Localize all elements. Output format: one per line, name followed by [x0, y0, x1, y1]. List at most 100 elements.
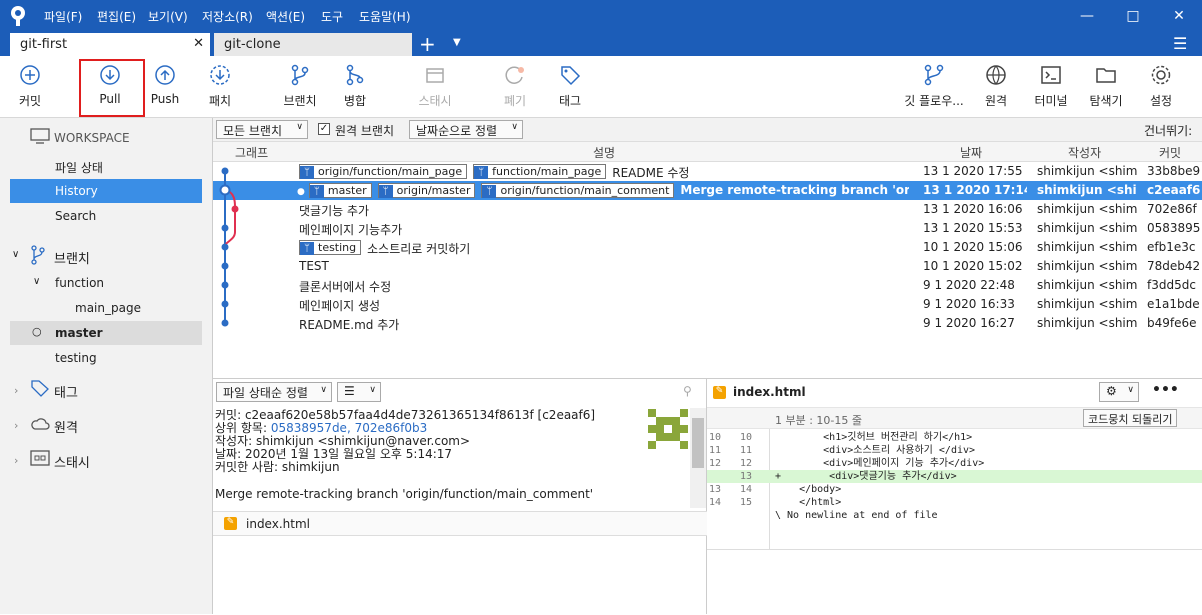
settings-label: 설정 — [1149, 94, 1173, 108]
menu-tools[interactable]: 도구 — [321, 8, 343, 25]
revert-hunk-button[interactable]: 코드뭉치 되돌리기 — [1083, 409, 1178, 427]
new-line-number: 12 — [740, 458, 753, 469]
sidebar-item-function[interactable]: function — [10, 271, 202, 295]
commit-description: ᛘ origin/function/main_page ᛘ function/main… — [299, 164, 911, 181]
hamburger-menu-icon[interactable]: ☰ — [1173, 34, 1187, 53]
commit-hash: 0583895 — [1147, 221, 1201, 235]
branch-tag-icon: ᛘ — [309, 185, 324, 198]
menu-repository[interactable]: 저장소(R) — [202, 8, 253, 25]
menu-help[interactable]: 도움말(H) — [359, 8, 411, 25]
stash-button[interactable]: 스태시 — [405, 64, 465, 109]
commit-row[interactable]: ᛘ origin/function/main_page ᛘ function/main… — [213, 162, 1202, 181]
sidebar-item-search[interactable]: Search — [10, 204, 202, 228]
column-graph[interactable]: 그래프 — [235, 144, 268, 161]
settings-button[interactable]: 설정 — [1131, 64, 1191, 109]
commit-row[interactable]: 클론서버에서 수정 9 1 2020 22:48 shimkijun <shimki… — [213, 276, 1202, 295]
fetch-button[interactable]: 패치 — [190, 64, 250, 109]
remote-button[interactable]: 원격 — [966, 64, 1026, 109]
maximize-button[interactable]: □ — [1110, 0, 1156, 32]
diff-line: \ No newline at end of file — [707, 509, 1202, 522]
menu-file[interactable]: 파일(F) — [44, 8, 82, 25]
commit-message: TEST — [299, 259, 329, 273]
parents-label: 상위 항목: — [215, 421, 268, 435]
diff-settings-dropdown[interactable]: ⚙ ∨ — [1099, 382, 1139, 402]
chevron-right-icon[interactable]: › — [14, 454, 18, 467]
sort-dropdown[interactable]: 날짜순으로 정렬 ∨ — [409, 120, 523, 139]
close-tab-icon[interactable]: ✕ — [193, 36, 204, 51]
remote-label: 원격 — [984, 94, 1008, 108]
more-options-icon[interactable]: ••• — [1152, 382, 1179, 398]
commit-hash: f3dd5dc — [1147, 278, 1196, 292]
branches-header[interactable]: 브랜치 — [54, 248, 90, 267]
terminal-button[interactable]: 터미널 — [1021, 64, 1081, 109]
stashes-header[interactable]: 스태시 — [54, 452, 90, 471]
branch-tag[interactable]: ᛘ function/main_page — [473, 164, 607, 179]
all-branches-dropdown[interactable]: 모든 브랜치 ∨ — [216, 120, 308, 139]
commit-row[interactable]: ᛘ testing 소스트리로 커밋하기 10 1 2020 15:06 shimkij… — [213, 238, 1202, 257]
menu-edit[interactable]: 편집(E) — [97, 8, 136, 25]
view-options-dropdown[interactable]: ☰ ∨ — [337, 382, 381, 402]
explorer-button[interactable]: 탐색기 — [1076, 64, 1136, 109]
remote-branches-checkbox[interactable]: ✓ — [318, 123, 330, 135]
column-description[interactable]: 설명 — [593, 144, 615, 161]
commit-author: shimkijun <shimki — [1037, 259, 1137, 273]
branch-button[interactable]: 브랜치 — [270, 64, 330, 109]
chevron-right-icon[interactable]: › — [14, 419, 18, 432]
chevron-down-icon[interactable]: ∨ — [12, 249, 19, 260]
commit-node — [221, 300, 229, 308]
branch-tag[interactable]: ᛘ origin/function/main_comment — [481, 183, 675, 198]
dropdown-label: 날짜순으로 정렬 — [416, 124, 498, 138]
commit-button[interactable]: 커밋 — [0, 64, 60, 109]
chevron-right-icon[interactable]: › — [14, 384, 18, 397]
branch-tag[interactable]: ᛘ origin/master — [377, 183, 476, 198]
commit-date: 13 1 2020 16:06 — [923, 202, 1023, 216]
tag-button[interactable]: 태그 — [540, 64, 600, 109]
toolbar: 커밋 Pull Push 패치 브랜치 병합 스태시 폐기 태그 깃 플로우..… — [0, 56, 1202, 118]
branch-tag[interactable]: ᛘ master — [308, 183, 372, 198]
commit-row[interactable]: README.md 추가 9 1 2020 16:27 shimkijun <shi… — [213, 314, 1202, 333]
commit-author: shimkijun <shimki — [1037, 202, 1137, 216]
git-flow-button[interactable]: 깃 플로우... — [900, 64, 968, 109]
file-sort-dropdown[interactable]: 파일 상태순 정렬 ∨ — [216, 382, 332, 402]
column-author[interactable]: 작성자 — [1068, 144, 1101, 161]
merge-button[interactable]: 병합 — [325, 64, 385, 109]
pull-button[interactable]: Pull — [80, 64, 140, 106]
chevron-down-icon: ∨ — [511, 122, 518, 132]
details-scrollbar[interactable] — [690, 408, 706, 508]
column-date[interactable]: 날짜 — [960, 144, 982, 161]
sidebar-item-testing[interactable]: testing — [10, 346, 202, 370]
commit-row[interactable]: 메인페이지 기능추가 13 1 2020 15:53 shimkijun <shim… — [213, 219, 1202, 238]
changed-file-row[interactable]: ✎ index.html — [213, 511, 707, 536]
commit-row[interactable]: ● ᛘ master ᛘ origin/master ᛘ origin/function/m… — [213, 181, 1202, 200]
sidebar-item-history[interactable]: History — [10, 179, 202, 203]
commit-row[interactable]: 댓글기능 추가 13 1 2020 16:06 shimkijun <shimki 7… — [213, 200, 1202, 219]
sidebar-item-main-page[interactable]: main_page — [10, 296, 202, 320]
tab-dropdown-icon[interactable]: ▼ — [453, 37, 461, 48]
search-icon[interactable]: ⚲ — [683, 384, 692, 398]
tag-label: 태그 — [558, 94, 582, 108]
menu-view[interactable]: 보기(V) — [148, 8, 188, 25]
remotes-header[interactable]: 원격 — [54, 417, 78, 436]
branch-tag[interactable]: ᛘ testing — [299, 240, 362, 255]
diff-line-text: </html> — [775, 497, 842, 508]
commit-message: README 수정 — [612, 166, 690, 180]
minimize-button[interactable]: — — [1064, 0, 1110, 32]
branch-tag[interactable]: ᛘ origin/function/main_page — [299, 164, 468, 179]
tab-git-first[interactable]: git-first ✕ — [10, 33, 210, 56]
commit-row[interactable]: 메인페이지 생성 9 1 2020 16:33 shimkijun <shimki e… — [213, 295, 1202, 314]
close-button[interactable]: ✕ — [1156, 0, 1202, 32]
commit-row[interactable]: TEST 10 1 2020 15:02 shimkijun <shimki 78de… — [213, 257, 1202, 276]
sidebar-item-file-status[interactable]: 파일 상태 — [10, 154, 202, 178]
sourcetree-logo — [11, 6, 25, 26]
add-tab-icon[interactable]: + — [419, 32, 436, 56]
sidebar-item-master[interactable]: ○ master — [10, 321, 202, 345]
menu-actions[interactable]: 액션(E) — [266, 8, 305, 25]
diff-line-text: + <div>댓글기능 추가</div> — [775, 471, 957, 482]
tab-git-clone[interactable]: git-clone — [214, 33, 412, 56]
tags-header[interactable]: 태그 — [54, 382, 78, 401]
push-button[interactable]: Push — [135, 64, 195, 106]
parents-links[interactable]: 05838957de, 702e86f0b3 — [271, 421, 427, 435]
column-commit[interactable]: 커밋 — [1159, 144, 1181, 161]
commit-node — [221, 319, 229, 327]
discard-button[interactable]: 폐기 — [485, 64, 545, 109]
